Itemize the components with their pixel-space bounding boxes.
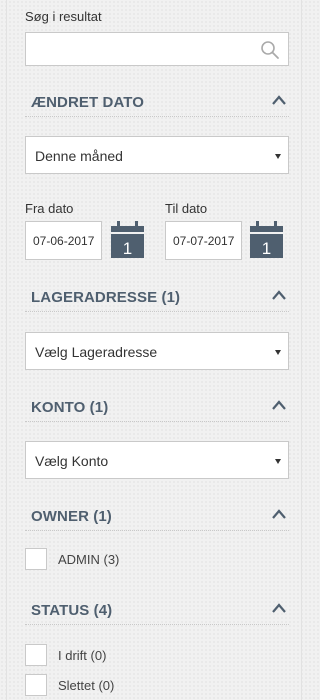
section-title: LAGERADRESSE (1): [31, 289, 181, 306]
search-icon[interactable]: [260, 40, 280, 60]
checkbox-label: I drift (0): [58, 648, 107, 663]
filter-panel: Søg i resultat ÆNDRET DATO Denne måned F…: [6, 0, 302, 700]
select-value: Vælg Lageradresse: [35, 344, 158, 360]
checkbox[interactable]: [25, 548, 47, 570]
section-header-status[interactable]: STATUS (4): [25, 599, 289, 625]
caret-down-icon: [275, 154, 281, 159]
caret-down-icon: [275, 459, 281, 464]
section-header-account[interactable]: KONTO (1): [25, 396, 289, 422]
account-select[interactable]: Vælg Konto: [25, 441, 289, 479]
search-label: Søg i resultat: [25, 9, 102, 24]
checkbox-label: Slettet (0): [58, 678, 115, 693]
chevron-up-icon[interactable]: [271, 508, 287, 520]
to-date-input[interactable]: 07-07-2017: [165, 221, 242, 260]
chevron-up-icon[interactable]: [271, 94, 287, 106]
calendar-icon[interactable]: 1: [111, 221, 144, 258]
from-date-label: Fra dato: [25, 201, 74, 216]
caret-down-icon: [275, 350, 281, 355]
from-date-input[interactable]: 07-06-2017: [25, 221, 102, 260]
search-input[interactable]: [25, 32, 289, 66]
calendar-icon[interactable]: 1: [250, 221, 283, 258]
to-date-value: 07-07-2017: [173, 234, 235, 248]
to-date-label: Til dato: [165, 201, 208, 216]
calendar-day: 1: [123, 239, 132, 258]
section-title: STATUS (4): [31, 602, 113, 619]
checkbox-label: ADMIN (3): [58, 552, 120, 567]
section-header-storage[interactable]: LAGERADRESSE (1): [25, 286, 289, 312]
chevron-up-icon[interactable]: [271, 289, 287, 301]
chevron-up-icon[interactable]: [271, 399, 287, 411]
section-title: OWNER (1): [31, 508, 112, 525]
select-value: Denne måned: [35, 148, 123, 164]
date-range-select[interactable]: Denne måned: [25, 136, 289, 174]
checkbox[interactable]: [25, 674, 47, 696]
section-title: KONTO (1): [31, 399, 109, 416]
checkbox[interactable]: [25, 644, 47, 666]
section-header-date[interactable]: ÆNDRET DATO: [25, 91, 289, 117]
section-header-owner[interactable]: OWNER (1): [25, 505, 289, 531]
storage-select[interactable]: Vælg Lageradresse: [25, 332, 289, 370]
chevron-up-icon[interactable]: [271, 602, 287, 614]
section-title: ÆNDRET DATO: [31, 94, 145, 111]
calendar-day: 1: [262, 239, 271, 258]
select-value: Vælg Konto: [35, 453, 109, 469]
from-date-value: 07-06-2017: [33, 234, 95, 248]
